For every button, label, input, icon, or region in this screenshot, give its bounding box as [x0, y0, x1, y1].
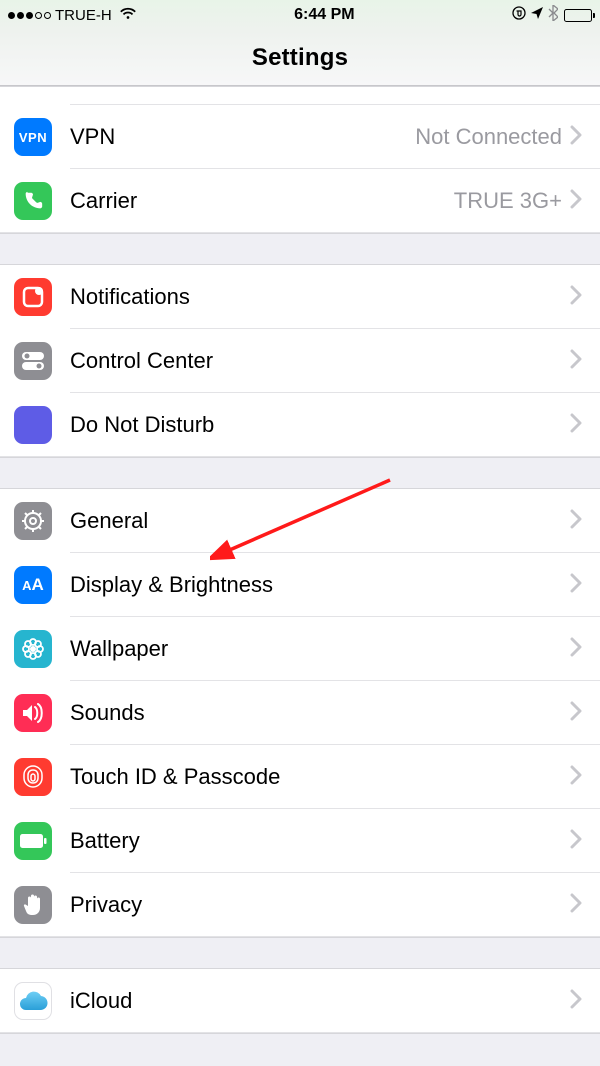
carrier-label: TRUE-H — [55, 7, 112, 24]
row-label: Privacy — [70, 892, 142, 918]
vpn-icon: VPN — [14, 118, 52, 156]
row-label: Touch ID & Passcode — [70, 764, 280, 790]
chevron-right-icon — [570, 509, 582, 534]
settings-group: General AA Display & Brightness Wallpaper So… — [0, 488, 600, 938]
chevron-right-icon — [570, 285, 582, 310]
settings-group: VPN VPN Not Connected Carrier TRUE 3G+ — [0, 86, 600, 234]
privacy-icon — [14, 886, 52, 924]
settings-row-dnd[interactable]: Do Not Disturb — [0, 393, 600, 457]
chevron-right-icon — [570, 573, 582, 598]
settings-row-control-center[interactable]: Control Center — [0, 329, 600, 393]
row-label: Display & Brightness — [70, 572, 273, 598]
status-time: 6:44 PM — [294, 6, 354, 24]
bluetooth-icon — [548, 5, 558, 25]
settings-row-notifications[interactable]: Notifications — [0, 265, 600, 329]
settings-row-touchid[interactable]: Touch ID & Passcode — [0, 745, 600, 809]
row-label: VPN — [70, 124, 115, 150]
chevron-right-icon — [570, 189, 582, 214]
row-label: Control Center — [70, 348, 213, 374]
wifi-icon — [119, 6, 137, 24]
row-label: Do Not Disturb — [70, 412, 214, 438]
battery-icon — [14, 822, 52, 860]
wallpaper-icon — [14, 630, 52, 668]
status-bar: TRUE-H 6:44 PM — [0, 0, 600, 30]
row-label: Notifications — [70, 284, 190, 310]
row-value: TRUE 3G+ — [454, 188, 562, 214]
partial-row — [0, 87, 600, 105]
location-icon — [530, 6, 544, 24]
chevron-right-icon — [570, 349, 582, 374]
settings-row-carrier[interactable]: Carrier TRUE 3G+ — [0, 169, 600, 233]
notifications-icon — [14, 278, 52, 316]
chevron-right-icon — [570, 701, 582, 726]
chevron-right-icon — [570, 829, 582, 854]
row-label: Carrier — [70, 188, 137, 214]
settings-group: iCloud — [0, 968, 600, 1034]
control-center-icon — [14, 342, 52, 380]
chevron-right-icon — [570, 989, 582, 1014]
settings-row-sounds[interactable]: Sounds — [0, 681, 600, 745]
chevron-right-icon — [570, 125, 582, 150]
settings-row-privacy[interactable]: Privacy — [0, 873, 600, 937]
sounds-icon — [14, 694, 52, 732]
row-label: Wallpaper — [70, 636, 168, 662]
row-value: Not Connected — [415, 124, 562, 150]
nav-bar: Settings — [0, 30, 600, 86]
general-icon — [14, 502, 52, 540]
chevron-right-icon — [570, 893, 582, 918]
chevron-right-icon — [570, 765, 582, 790]
status-right — [512, 5, 592, 25]
settings-row-vpn[interactable]: VPN VPN Not Connected — [0, 105, 600, 169]
settings-row-wallpaper[interactable]: Wallpaper — [0, 617, 600, 681]
touchid-icon — [14, 758, 52, 796]
settings-row-general[interactable]: General — [0, 489, 600, 553]
row-label: Sounds — [70, 700, 145, 726]
signal-strength-icon — [8, 12, 51, 19]
settings-list[interactable]: VPN VPN Not Connected Carrier TRUE 3G+ Notifi… — [0, 86, 600, 1066]
status-left: TRUE-H — [8, 6, 137, 24]
row-label: iCloud — [70, 988, 132, 1014]
settings-row-display[interactable]: AA Display & Brightness — [0, 553, 600, 617]
orientation-lock-icon — [512, 6, 526, 24]
chevron-right-icon — [570, 413, 582, 438]
battery-icon — [564, 9, 592, 22]
page-title: Settings — [252, 44, 348, 72]
icloud-icon — [14, 982, 52, 1020]
chevron-right-icon — [570, 637, 582, 662]
settings-group: Notifications Control Center Do Not Distur… — [0, 264, 600, 458]
row-label: General — [70, 508, 148, 534]
settings-row-icloud[interactable]: iCloud — [0, 969, 600, 1033]
dnd-icon — [14, 406, 52, 444]
display-icon: AA — [14, 566, 52, 604]
row-label: Battery — [70, 828, 140, 854]
carrier-icon — [14, 182, 52, 220]
settings-row-battery[interactable]: Battery — [0, 809, 600, 873]
